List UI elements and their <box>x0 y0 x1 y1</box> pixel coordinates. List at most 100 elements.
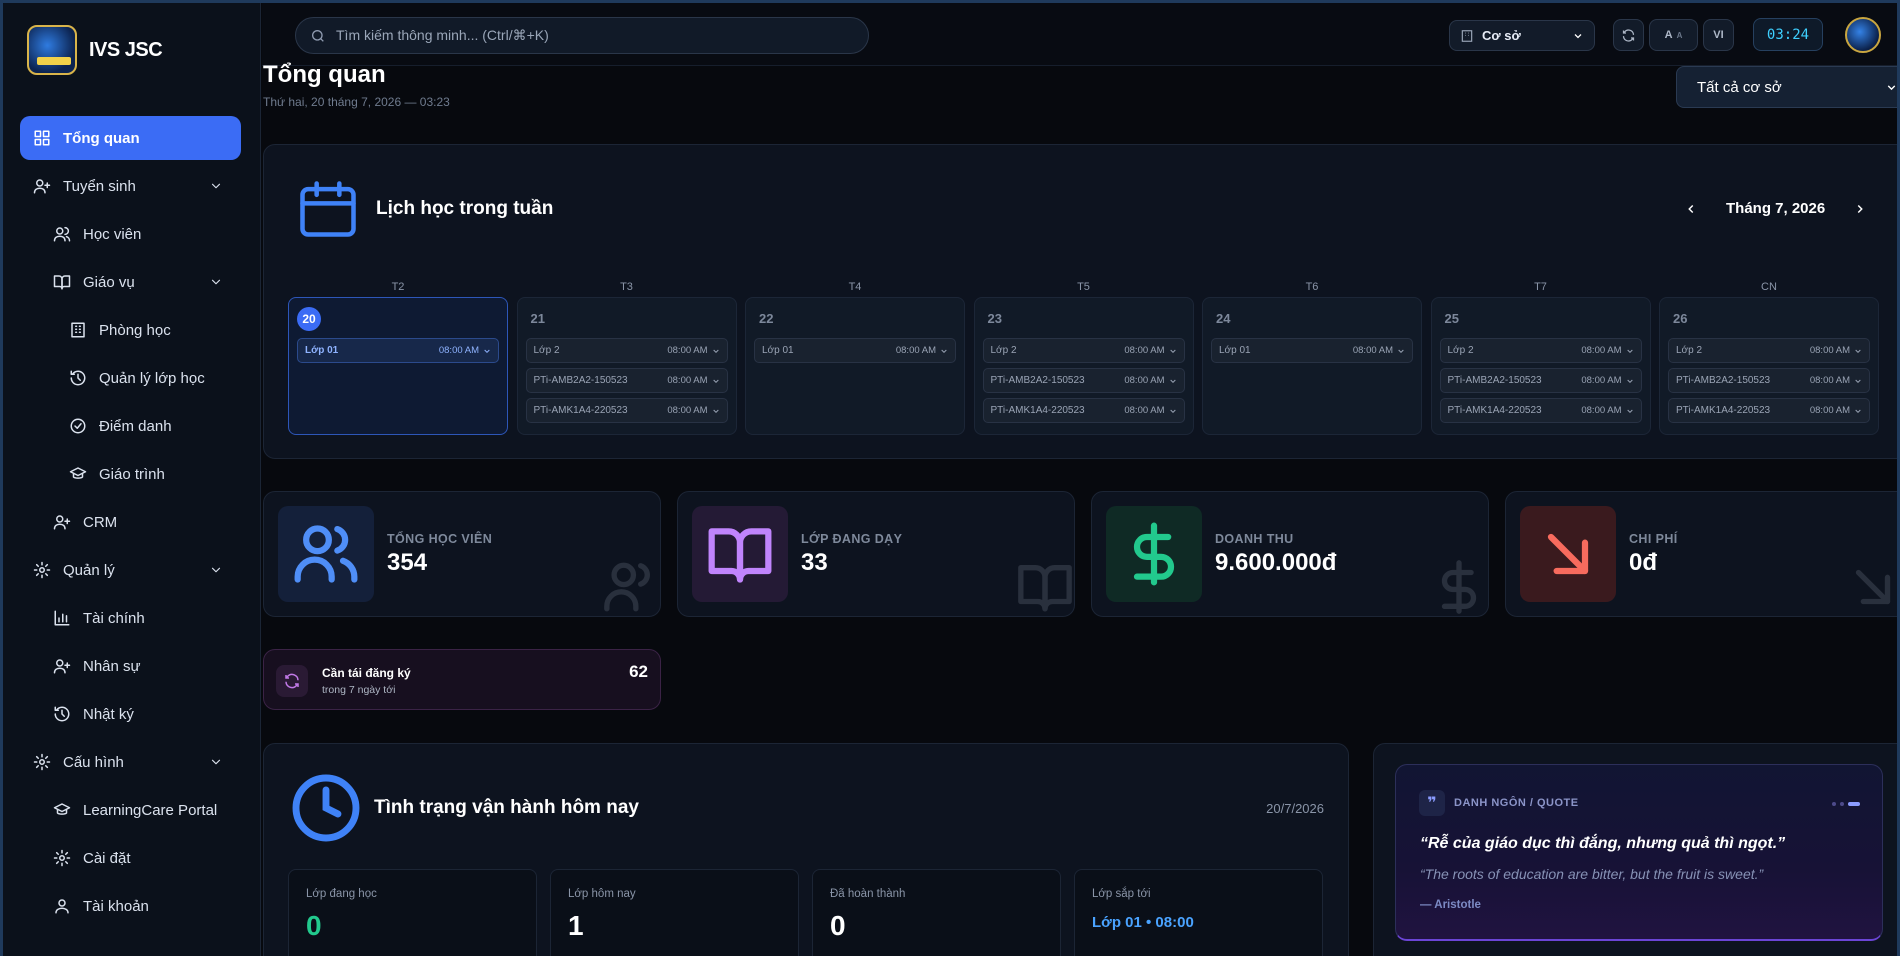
class-time-text: 08:00 AM <box>1124 345 1165 356</box>
gear-icon <box>33 561 51 579</box>
sidebar-item-curriculum[interactable]: Giáo trình <box>52 452 241 496</box>
class-name: PTi-AMK1A4-220523 <box>1447 405 1542 416</box>
day-number: 25 <box>1444 311 1459 326</box>
stat-card-students[interactable]: TỔNG HỌC VIÊN 354 <box>263 491 661 617</box>
sidebar-item-config[interactable]: Cấu hình <box>20 740 241 784</box>
class-pill[interactable]: Lớp 2 08:00 AM <box>1668 338 1870 363</box>
sidebar-item-settings[interactable]: Cài đặt <box>36 836 241 880</box>
bar-chart-icon <box>54 610 70 626</box>
day-column[interactable]: 26 Lớp 2 08:00 AM PTi-AMB2A2-150523 08:00 AM… <box>1659 297 1879 435</box>
users-icon <box>294 525 358 583</box>
sidebar-item-students[interactable]: Học viên <box>36 212 241 256</box>
branch-filter-value: Tất cả cơ sở <box>1697 78 1782 96</box>
day-header: T7 <box>1534 281 1547 293</box>
class-time-text: 08:00 AM <box>1581 375 1622 386</box>
class-pill[interactable]: PTi-AMB2A2-150523 08:00 AM <box>525 368 728 393</box>
sidebar-item-label: Tổng quan <box>63 129 140 147</box>
sidebar-item-classes[interactable]: Quản lý lớp học <box>52 356 241 400</box>
class-pill[interactable]: Lớp 01 08:00 AM <box>297 338 499 363</box>
class-pill[interactable]: PTi-AMB2A2-150523 08:00 AM <box>1668 368 1870 393</box>
ops-box-upcoming[interactable]: Lớp sắp tới Lớp 01 • 08:00 <box>1074 869 1323 956</box>
sidebar-item-crm[interactable]: CRM <box>36 500 241 544</box>
sidebar-item-rooms[interactable]: Phòng học <box>52 308 241 352</box>
class-pill[interactable]: PTi-AMB2A2-150523 08:00 AM <box>982 368 1185 393</box>
stat-card-revenue[interactable]: DOANH THU 9.600.000đ <box>1091 491 1489 617</box>
branch-select[interactable]: Cơ sở <box>1449 20 1595 51</box>
sidebar-item-admissions[interactable]: Tuyển sinh <box>20 164 241 208</box>
class-pill[interactable]: PTi-AMK1A4-220523 08:00 AM <box>982 398 1185 423</box>
stat-card-expense[interactable]: CHI PHÍ 0đ <box>1505 491 1897 617</box>
day-column[interactable]: 21 Lớp 2 08:00 AM PTi-AMB2A2-150523 08:00 AM… <box>516 297 737 435</box>
language-button[interactable]: VI <box>1703 19 1734 51</box>
renew-count: 62 <box>629 662 648 681</box>
brand[interactable]: IVS JSC <box>27 25 163 75</box>
class-time: 08:00 AM <box>1124 375 1176 386</box>
chevron-down-icon <box>1855 379 1861 383</box>
pager-dot-active[interactable] <box>1848 802 1860 806</box>
class-time-text: 08:00 AM <box>1809 405 1850 416</box>
class-name: Lớp 2 <box>533 345 560 356</box>
day-column[interactable]: 22 Lớp 01 08:00 AM <box>745 297 965 435</box>
day-column[interactable]: 20 Lớp 01 08:00 AM <box>288 297 508 435</box>
branch-filter-select[interactable]: Tất cả cơ sở <box>1676 66 1897 108</box>
day-column[interactable]: 24 Lớp 01 08:00 AM <box>1202 297 1422 435</box>
day-column[interactable]: 23 Lớp 2 08:00 AM PTi-AMB2A2-150523 08:00 AM… <box>973 297 1194 435</box>
chevron-down-icon <box>1574 34 1582 39</box>
quote-text-vi: “Rễ của giáo dục thì đắng, nhưng quả thì… <box>1420 835 1786 852</box>
ops-box-value: 0 <box>830 910 846 941</box>
stat-value: 33 <box>801 549 828 576</box>
class-pill[interactable]: PTi-AMB2A2-150523 08:00 AM <box>1439 368 1642 393</box>
stat-label: LỚP ĐANG DẠY <box>801 532 903 546</box>
quote-pager[interactable] <box>1832 802 1860 806</box>
pager-dot[interactable] <box>1832 802 1836 806</box>
sidebar-item-log[interactable]: Nhật ký <box>36 692 241 736</box>
class-time: 08:00 AM <box>1581 375 1633 386</box>
gear-icon <box>33 753 51 771</box>
sidebar-item-attendance[interactable]: Điểm danh <box>52 404 241 448</box>
history-icon <box>70 370 86 386</box>
class-pill[interactable]: PTi-AMK1A4-220523 08:00 AM <box>525 398 728 423</box>
class-pill[interactable]: Lớp 01 08:00 AM <box>1211 338 1413 363</box>
class-pill[interactable]: Lớp 01 08:00 AM <box>754 338 956 363</box>
clock: 03:24 <box>1753 18 1823 51</box>
class-pill[interactable]: Lớp 2 08:00 AM <box>982 338 1185 363</box>
chevron-left-icon[interactable] <box>1684 202 1698 216</box>
chevron-down-icon <box>1169 409 1176 413</box>
class-pill[interactable]: PTi-AMK1A4-220523 08:00 AM <box>1668 398 1870 423</box>
sidebar-item-finance[interactable]: Tài chính <box>36 596 241 640</box>
ops-box-label: Lớp sắp tới <box>1092 888 1151 900</box>
refresh-button[interactable] <box>1613 19 1644 51</box>
month-label: Tháng 7, 2026 <box>1726 200 1826 217</box>
chevron-down-icon <box>1626 379 1633 383</box>
sidebar-item-management[interactable]: Quản lý <box>20 548 241 592</box>
renewal-card[interactable]: Cần tái đăng ký trong 7 ngày tới 62 <box>263 649 661 710</box>
stat-label: CHI PHÍ <box>1629 532 1678 546</box>
class-time-text: 08:00 AM <box>667 345 708 356</box>
day-column[interactable]: 25 Lớp 2 08:00 AM PTi-AMB2A2-150523 08:00 AM… <box>1430 297 1651 435</box>
class-pill[interactable]: PTi-AMK1A4-220523 08:00 AM <box>1439 398 1642 423</box>
stat-card-classes[interactable]: LỚP ĐANG DẠY 33 <box>677 491 1075 617</box>
sidebar-item-account[interactable]: Tài khoản <box>36 884 241 928</box>
class-pill[interactable]: Lớp 2 08:00 AM <box>1439 338 1642 363</box>
chevron-right-icon[interactable] <box>1853 202 1867 216</box>
sidebar-item-hr[interactable]: Nhân sự <box>36 644 241 688</box>
stat-label: DOANH THU <box>1215 532 1294 546</box>
class-name: PTi-AMB2A2-150523 <box>1676 375 1771 386</box>
sidebar-item-portal[interactable]: LearningCare Portal <box>36 788 241 832</box>
class-pill[interactable]: Lớp 2 08:00 AM <box>525 338 728 363</box>
quote-icon: ❞ <box>1419 790 1445 816</box>
brand-logo <box>27 25 77 75</box>
avatar[interactable] <box>1845 17 1881 53</box>
sidebar-item-overview[interactable]: Tổng quan <box>20 116 241 160</box>
class-time-text: 08:00 AM <box>667 405 708 416</box>
search-input[interactable]: Tìm kiếm thông minh... (Ctrl/⌘+K) <box>295 17 869 54</box>
font-size-button[interactable]: A A <box>1649 19 1698 51</box>
page-date: Thứ hai, 20 tháng 7, 2026 — 03:23 <box>263 95 450 109</box>
class-time: 08:00 AM <box>1124 405 1176 416</box>
day-number: 20 <box>297 307 321 331</box>
pager-dot[interactable] <box>1840 802 1844 806</box>
class-name: Lớp 01 <box>1219 345 1251 356</box>
sidebar-item-academic[interactable]: Giáo vụ <box>36 260 241 304</box>
stat-value: 354 <box>387 549 428 576</box>
sidebar-item-label: Học viên <box>83 225 142 243</box>
